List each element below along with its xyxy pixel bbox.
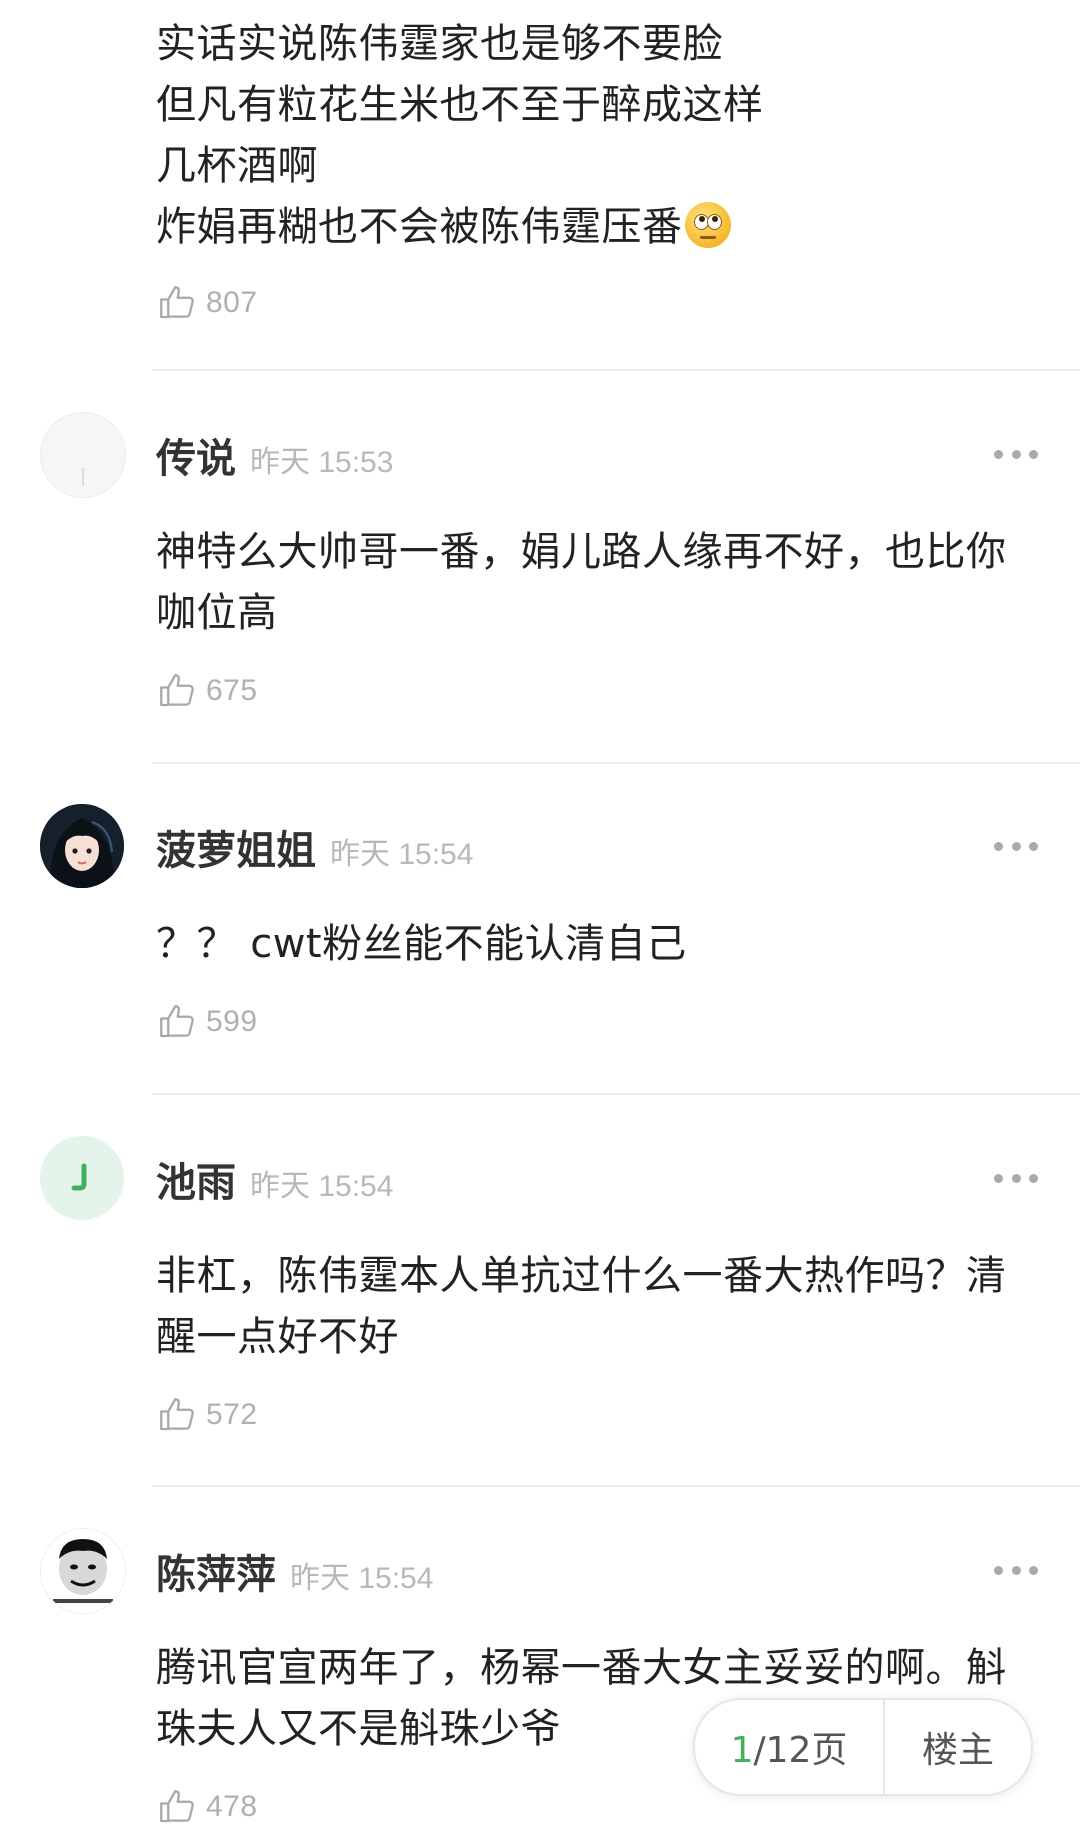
- timestamp: 昨天 15:53: [250, 446, 394, 479]
- comment-meta: 陈萍萍 昨天 15:54: [156, 1542, 433, 1600]
- like-button[interactable]: 572: [156, 1390, 1036, 1440]
- anime-girl-avatar-icon: [40, 804, 124, 888]
- comment-body: 非杠，陈伟霆本人单抗过什么一番大热作吗？清 醒一点好不好 572: [156, 1246, 1036, 1440]
- comment-text: 神特么大帅哥一番，娟儿路人缘再不好，也比你 咖位高: [156, 522, 1036, 644]
- comment-text: ？？ cwt粉丝能不能认清自己: [156, 914, 1036, 975]
- page-indicator-button[interactable]: 1/12页: [695, 1721, 883, 1773]
- avatar[interactable]: [40, 804, 124, 888]
- thumbs-up-icon: [160, 1790, 194, 1823]
- top-comment: 实话实说陈伟霆家也是够不要脸 但凡有粒花生米也不至于醉成这样 几杯酒啊 炸娟再糊…: [156, 14, 1036, 328]
- username[interactable]: 陈萍萍: [156, 1542, 276, 1600]
- comment-body: ？？ cwt粉丝能不能认清自己 599: [156, 914, 1036, 1047]
- divider: [152, 1485, 1080, 1487]
- avatar[interactable]: [40, 412, 126, 498]
- comment-line: 实话实说陈伟霆家也是够不要脸: [156, 21, 723, 67]
- like-button[interactable]: 675: [156, 666, 1036, 716]
- like-count: 572: [206, 1398, 258, 1431]
- comment-line: 几杯酒啊: [156, 143, 318, 189]
- divider: [152, 762, 1080, 764]
- green-default-avatar-icon: [40, 1136, 124, 1220]
- comment-line: 咖位高: [156, 590, 278, 636]
- like-count: 599: [206, 1005, 258, 1038]
- total-pages: /12页: [753, 1730, 848, 1771]
- comment-meta: 池雨 昨天 15:54: [156, 1150, 393, 1208]
- more-options-icon[interactable]: [994, 1564, 1038, 1576]
- thumbs-up-icon: [160, 1005, 194, 1038]
- like-count: 675: [206, 674, 258, 707]
- username[interactable]: 菠萝姐姐: [156, 818, 316, 876]
- divider: [152, 1093, 1080, 1095]
- thumbs-up-icon: [160, 1398, 194, 1431]
- thumbs-up-icon: [160, 674, 194, 707]
- comment-line: ？？ cwt粉丝能不能认清自己: [156, 921, 687, 967]
- divider: [152, 369, 1080, 371]
- comment-line: 神特么大帅哥一番，娟儿路人缘再不好，也比你: [156, 529, 1007, 575]
- thumbs-up-icon: [160, 286, 194, 319]
- comment-meta: 传说 昨天 15:53: [156, 426, 393, 484]
- timestamp: 昨天 15:54: [250, 1170, 394, 1203]
- eye-roll-emoji-icon: [684, 202, 731, 248]
- comment-meta: 菠萝姐姐 昨天 15:54: [156, 818, 473, 876]
- more-options-icon[interactable]: [994, 448, 1038, 460]
- meme-face-avatar-icon: [41, 1529, 125, 1613]
- like-count: 478: [206, 1790, 258, 1823]
- comment-line: 醒一点好不好: [156, 1314, 399, 1360]
- page-navigator: 1/12页 楼主: [693, 1698, 1033, 1796]
- username[interactable]: 传说: [156, 426, 236, 484]
- avatar[interactable]: [40, 1528, 126, 1614]
- current-page: 1: [730, 1730, 754, 1771]
- like-button[interactable]: 807: [156, 278, 1036, 328]
- comment-text: 非杠，陈伟霆本人单抗过什么一番大热作吗？清 醒一点好不好: [156, 1246, 1036, 1368]
- comment-text: 实话实说陈伟霆家也是够不要脸 但凡有粒花生米也不至于醉成这样 几杯酒啊 炸娟再糊…: [156, 14, 1036, 258]
- timestamp: 昨天 15:54: [290, 1562, 434, 1595]
- username[interactable]: 池雨: [156, 1150, 236, 1208]
- comment-line: 但凡有粒花生米也不至于醉成这样: [156, 82, 764, 128]
- more-options-icon[interactable]: [994, 840, 1038, 852]
- op-only-button[interactable]: 楼主: [885, 1721, 1031, 1773]
- more-options-icon[interactable]: [994, 1172, 1038, 1184]
- timestamp: 昨天 15:54: [330, 838, 474, 871]
- like-button[interactable]: 599: [156, 997, 1036, 1047]
- avatar[interactable]: [40, 1136, 124, 1220]
- comment-body: 神特么大帅哥一番，娟儿路人缘再不好，也比你 咖位高 675: [156, 522, 1036, 716]
- comment-line: 炸娟再糊也不会被陈伟霆压番: [156, 197, 1036, 258]
- comment-line-text: 炸娟再糊也不会被陈伟霆压番: [156, 204, 683, 250]
- comment-line: 腾讯官宣两年了，杨幂一番大女主妥妥的啊。斛: [156, 1645, 1007, 1691]
- blank-avatar-icon: [41, 413, 125, 497]
- like-count: 807: [206, 286, 258, 319]
- comment-line: 非杠，陈伟霆本人单抗过什么一番大热作吗？清: [156, 1253, 1007, 1299]
